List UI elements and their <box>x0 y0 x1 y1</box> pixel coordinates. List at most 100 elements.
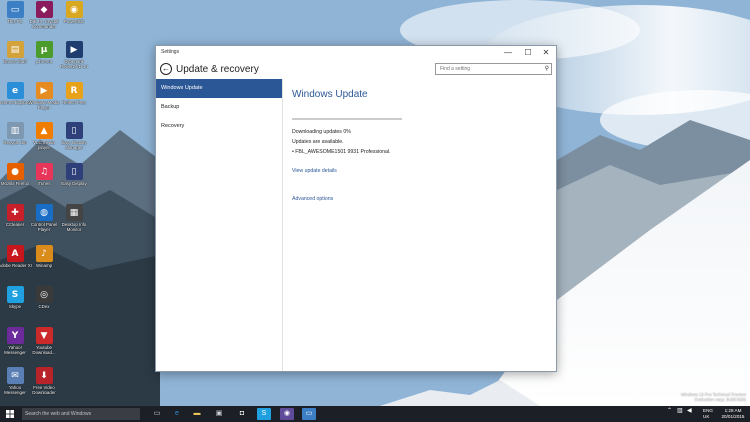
desktop-shortcut[interactable]: µ µTorrent <box>29 41 59 79</box>
video-downloader-icon: ⬇ <box>35 367 53 384</box>
windows-start-icon[interactable] <box>0 406 20 422</box>
control-panel-icon: ◍ <box>35 204 53 221</box>
desktop-shortcut[interactable]: e Internet Explorer <box>0 82 31 120</box>
yahoo-icon: Y <box>6 327 24 344</box>
reflect-icon: R <box>65 82 83 99</box>
desktop-shortcut[interactable]: Y Yahoo! Messenger <box>0 327 30 365</box>
maximize-button[interactable]: ☐ <box>520 46 536 60</box>
desktop-shortcut[interactable]: ✚ CCleaner <box>0 204 30 242</box>
desktop-shortcut[interactable]: ▯ Easy Display Manager <box>59 122 89 160</box>
desktop-shortcut[interactable]: R Reflect Free <box>59 82 89 120</box>
network-icon[interactable]: ▥ <box>677 408 683 415</box>
desktop-shortcut[interactable]: ⬇ Free Video Downloader <box>29 367 59 405</box>
task-view-icon[interactable]: ▭ <box>150 408 164 420</box>
media-taskbar-icon[interactable]: ◉ <box>280 408 294 420</box>
internet-explorer-taskbar-icon[interactable]: e <box>170 408 184 420</box>
display-manager-icon: ▯ <box>65 122 83 139</box>
watermark-line-2: Evaluation copy. Build 9926 <box>694 397 746 402</box>
sidebar-item-windows-update[interactable]: Windows Update <box>156 79 282 98</box>
desktop-shortcut[interactable]: A Adobe Reader XI <box>0 245 32 283</box>
taskbar-search-box[interactable]: Search the web and Windows <box>22 408 140 420</box>
desktop-shortcut[interactable]: ◎ CDex <box>29 286 59 324</box>
desktop-shortcut[interactable]: ▼ Youtube Download... <box>29 327 59 365</box>
desktop-shortcut[interactable]: ▭ This PC <box>0 1 30 39</box>
status-available: Updates are available. <box>292 139 344 145</box>
monitor-icon: ▦ <box>65 204 83 221</box>
settings-taskbar-icon[interactable]: ▭ <box>302 408 316 420</box>
back-arrow-icon[interactable]: ← <box>160 63 172 75</box>
desktop-shortcut[interactable]: ✉ Yahoo Messenger <box>0 367 30 405</box>
download-progress-bar <box>292 118 402 120</box>
youtube-download-icon: ▼ <box>35 327 53 344</box>
messenger-icon: ✉ <box>6 367 24 384</box>
desktop-shortcut-label: Free Video Downloader <box>32 385 56 395</box>
section-title: Windows Update <box>292 89 368 100</box>
desktop-shortcut-label: Windows Media Player <box>28 100 60 110</box>
tray-chevron-icon[interactable]: ⌃ <box>667 408 672 415</box>
sidebar-item-backup[interactable]: Backup <box>156 98 282 117</box>
desktop-shortcut-label: iTunes <box>37 181 51 186</box>
window-title: Settings <box>161 49 180 55</box>
taskbar-clock[interactable]: 1:28 AM 20/01/2015 <box>718 408 748 419</box>
file-explorer-icon[interactable]: ▬ <box>190 408 204 420</box>
desktop-shortcut-label: Reflect Free <box>62 100 86 105</box>
desktop-shortcut[interactable]: ▤ Dave's Stuff <box>0 41 30 79</box>
desktop-shortcut-label: µTorrent <box>35 59 53 64</box>
media-app-icon: ◆ <box>35 1 53 18</box>
desktop-shortcut[interactable]: ◍ Control Panel Player <box>29 204 59 242</box>
media-player-icon: ▶ <box>35 82 53 99</box>
desktop-shortcut-label: Control Panel Player <box>30 222 58 232</box>
store-icon[interactable]: ▣ <box>212 408 226 420</box>
settings-window: Settings — ☐ ✕ ← Update & recovery ⚲ Win… <box>155 45 557 372</box>
desktop-shortcut[interactable]: ▥ Recycle Bin <box>0 122 30 160</box>
computer-icon: ▭ <box>6 1 24 18</box>
sidebar-item-recovery[interactable]: Recovery <box>156 117 282 136</box>
desktop-shortcut[interactable]: ◉ PowerISO <box>59 1 89 39</box>
find-setting-input[interactable] <box>435 63 552 75</box>
cdex-icon: ◎ <box>35 286 53 303</box>
vlc-icon: ▲ <box>35 122 53 139</box>
desktop-shortcut[interactable]: ♪ Winamp <box>29 245 59 283</box>
desktop-shortcut[interactable]: ▶ Windows Media Player <box>28 82 60 120</box>
disc-icon: ◉ <box>65 1 83 18</box>
taskbar: Search the web and Windows ▭ e ▬ ▣ ◘ S ◉… <box>0 406 750 422</box>
desktop-shortcut-label: Easy Display Manager <box>61 140 87 150</box>
settings-sidebar: Windows Update Backup Recovery <box>156 79 283 371</box>
search-icon: ⚲ <box>544 66 549 72</box>
itunes-icon: ♫ <box>35 163 53 180</box>
powerdvd-icon: ▶ <box>65 41 83 58</box>
advanced-options-link[interactable]: Advanced options <box>292 196 333 202</box>
desktop-shortcut[interactable]: ● Mozilla Firefox <box>0 163 30 201</box>
desktop-shortcut-label: CyberLink PowerDVD 14 <box>60 59 88 69</box>
language-code: ENG <box>703 408 713 413</box>
volume-icon[interactable]: ◀ <box>687 408 692 415</box>
desktop-shortcut-label: Youtube Download... <box>32 345 56 355</box>
desktop-shortcut[interactable]: ▯ Easy Display <box>59 163 89 201</box>
desktop-shortcut[interactable]: ▦ Desktop Info Monitor <box>59 204 89 242</box>
desktop-shortcut[interactable]: ▲ VLC media player <box>29 122 59 160</box>
easy-display-icon: ▯ <box>65 163 83 180</box>
status-downloading: Downloading updates 0% <box>292 129 351 135</box>
desktop-shortcut[interactable]: ♫ iTunes <box>29 163 59 201</box>
desktop-shortcut-label: Desktop Info Monitor <box>61 222 87 232</box>
desktop-shortcut-label: PowerISO <box>63 19 84 24</box>
build-watermark: Windows 10 Pro Technical Preview Evaluat… <box>636 392 746 402</box>
skype-taskbar-icon[interactable]: S <box>257 408 271 420</box>
desktop-shortcut-label: DIE Pt. Crystal Commander <box>29 19 59 29</box>
page-title: Update & recovery <box>176 64 259 75</box>
clock-date: 20/01/2015 <box>721 413 745 419</box>
minimize-button[interactable]: — <box>500 46 516 60</box>
close-button[interactable]: ✕ <box>538 46 554 60</box>
app-taskbar-icon[interactable]: ◘ <box>235 408 249 420</box>
desktop-shortcut-label: CDex <box>38 304 50 309</box>
window-titlebar[interactable]: Settings — ☐ ✕ <box>156 46 556 60</box>
desktop-shortcut[interactable]: S Skype <box>0 286 30 324</box>
ccleaner-icon: ✚ <box>6 204 24 221</box>
utorrent-icon: µ <box>35 41 53 58</box>
desktop-shortcut[interactable]: ◆ DIE Pt. Crystal Commander <box>29 1 59 39</box>
input-language[interactable]: ENG UK <box>703 408 713 419</box>
desktop-shortcut[interactable]: ▶ CyberLink PowerDVD 14 <box>59 41 89 79</box>
desktop-shortcut-label: Winamp <box>35 263 53 268</box>
view-update-details-link[interactable]: View update details <box>292 168 337 174</box>
settings-content: Windows Update Downloading updates 0% Up… <box>292 79 546 371</box>
